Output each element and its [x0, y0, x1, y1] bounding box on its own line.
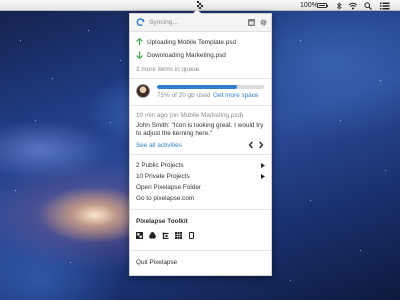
bluetooth-icon[interactable]: [336, 1, 342, 10]
color-swatch-icon[interactable]: [136, 232, 143, 239]
quit-section: Quit Pixelapse: [130, 251, 271, 275]
battery-percent: 100%: [300, 2, 318, 9]
upload-arrow-icon: [136, 38, 143, 48]
activity-section: 10 min ago (on Mobile Marketing.psd) Joh…: [130, 106, 271, 155]
avatar[interactable]: [136, 84, 150, 98]
menu-item-open-folder[interactable]: Open Pixelapse Folder: [136, 184, 201, 191]
queue-text: 3 more items in queue: [136, 66, 200, 73]
submenu-arrow-icon: [261, 163, 265, 170]
toolkit-tools: [136, 232, 216, 240]
pixelapse-menu: Syncing... Uploading Mobile Template.psd…: [129, 9, 272, 276]
grid-icon[interactable]: [175, 232, 182, 239]
sync-status: Syncing...: [149, 19, 178, 26]
transfer-section: Uploading Mobile Template.psd Downloadin…: [130, 32, 271, 79]
gear-icon[interactable]: [260, 19, 267, 28]
activity-comment: John Smith: "Icon is looking great. I wo…: [136, 122, 264, 137]
transfer-item-upload[interactable]: Uploading Mobile Template.psd: [147, 39, 236, 46]
menu-item-go-to-website[interactable]: Go to pixelapse.com: [136, 195, 194, 202]
window-icon[interactable]: [248, 19, 255, 28]
sync-header: Syncing...: [130, 14, 271, 32]
quit-button[interactable]: Quit Pixelapse: [136, 259, 177, 266]
sync-icon: [136, 18, 145, 29]
get-more-space-link[interactable]: Get more space: [213, 92, 258, 99]
crop-icon[interactable]: [162, 232, 169, 240]
search-icon[interactable]: [364, 1, 372, 10]
storage-used-text: 75% of 20 gb used: [157, 92, 211, 99]
transfer-item-download[interactable]: Downloading Marketing.psd: [147, 52, 226, 59]
toolkit-section: Pixelapse Toolkit: [130, 210, 271, 251]
battery-icon[interactable]: [317, 1, 328, 10]
menu-item-public-projects[interactable]: 2 Public Projects: [136, 162, 184, 169]
storage-section: 75% of 20 gb used Get more space: [130, 79, 271, 106]
toolkit-title: Pixelapse Toolkit: [136, 218, 188, 225]
storage-bar: [157, 85, 264, 89]
projects-section: 2 Public Projects 10 Private Projects Op…: [130, 155, 271, 210]
submenu-arrow-icon: [261, 174, 265, 181]
menu-item-private-projects[interactable]: 10 Private Projects: [136, 173, 190, 180]
list-icon[interactable]: [380, 1, 390, 10]
layers-icon[interactable]: [149, 232, 156, 239]
chevron-right-icon[interactable]: [258, 141, 264, 151]
see-all-activities-link[interactable]: See all activities: [136, 142, 182, 149]
wifi-icon[interactable]: [348, 1, 358, 10]
storage-bar-fill: [157, 85, 238, 89]
activity-meta: 10 min ago (on Mobile Marketing.psd): [136, 112, 244, 119]
chevron-left-icon[interactable]: [248, 141, 254, 151]
device-icon[interactable]: [189, 232, 196, 239]
download-arrow-icon: [136, 51, 143, 61]
